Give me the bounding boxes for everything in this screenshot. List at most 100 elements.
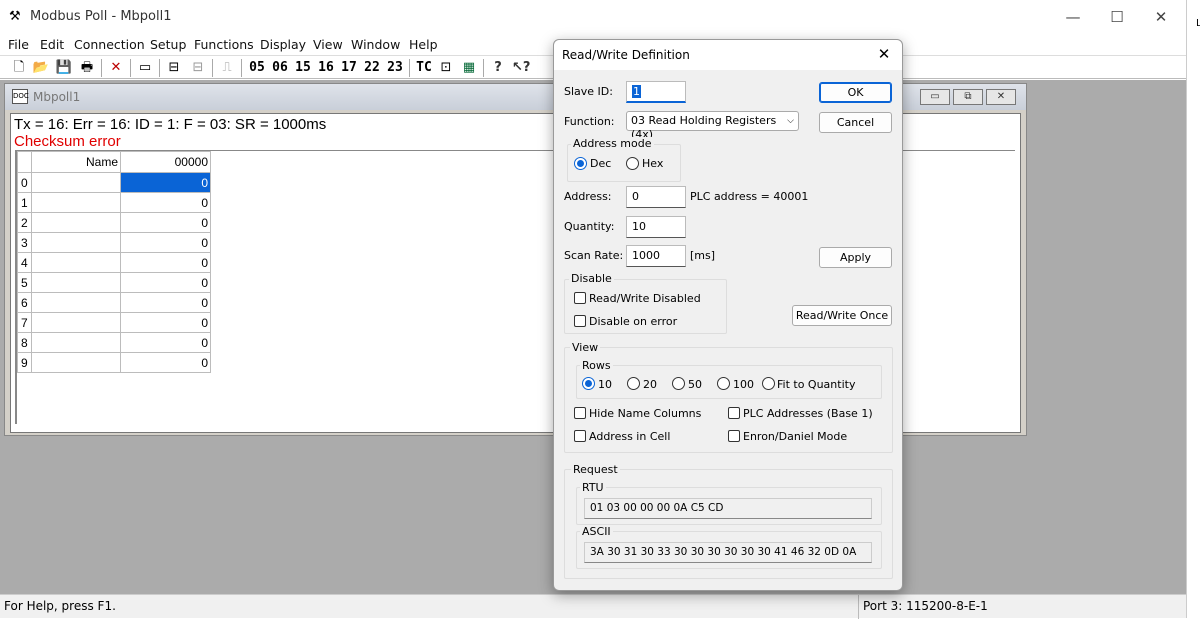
scan-rate-input[interactable]: 1000 (626, 245, 686, 267)
hide-name-columns-checkbox[interactable] (574, 407, 586, 419)
monitor-icon[interactable]: ⊡ (437, 58, 455, 78)
close-button[interactable]: ✕ (1146, 6, 1176, 28)
row-header[interactable]: 5 (17, 272, 32, 293)
value-cell[interactable]: 0 (120, 192, 211, 213)
name-cell[interactable] (31, 272, 121, 293)
row-header[interactable]: 9 (17, 352, 32, 373)
row-header[interactable]: 2 (17, 212, 32, 233)
apply-button[interactable]: Apply (819, 247, 892, 268)
dialog-close-icon[interactable]: ✕ (874, 45, 894, 63)
value-cell[interactable]: 0 (120, 172, 211, 193)
menu-file[interactable]: File (8, 37, 29, 52)
name-cell[interactable] (31, 232, 121, 253)
disable-group-label: Disable (569, 272, 614, 285)
value-cell[interactable]: 0 (120, 232, 211, 253)
menu-functions[interactable]: Functions (194, 37, 254, 52)
print-icon[interactable]: 🖶 (78, 58, 96, 78)
function-16-button[interactable]: 16 (316, 58, 336, 78)
rows-50-radio[interactable] (672, 377, 685, 390)
menu-setup[interactable]: Setup (150, 37, 186, 52)
value-column-header[interactable]: 00000 (120, 151, 211, 173)
function-06-button[interactable]: 06 (270, 58, 290, 78)
function-22-button[interactable]: 22 (362, 58, 382, 78)
quantity-input[interactable]: 10 (626, 216, 686, 238)
address-in-cell-checkbox[interactable] (574, 430, 586, 442)
name-cell[interactable] (31, 312, 121, 333)
function-17-button[interactable]: 17 (339, 58, 359, 78)
value-cell[interactable]: 0 (120, 272, 211, 293)
address-input[interactable]: 0 (626, 186, 686, 208)
chart-icon[interactable]: ▦ (460, 58, 478, 78)
minimize-button[interactable]: — (1058, 6, 1088, 28)
row-header[interactable]: 7 (17, 312, 32, 333)
function-15-button[interactable]: 15 (293, 58, 313, 78)
rows-20-radio[interactable] (627, 377, 640, 390)
ascii-output[interactable]: 3A 30 31 30 33 30 30 30 30 30 30 41 46 3… (584, 542, 872, 563)
new-file-icon[interactable]: 🗋 (10, 58, 28, 78)
row-header[interactable]: 8 (17, 332, 32, 353)
rows-100-radio[interactable] (717, 377, 730, 390)
table-row: 00 (17, 172, 211, 193)
connect-icon[interactable]: ⊟ (165, 58, 183, 78)
row-header[interactable]: 4 (17, 252, 32, 273)
disable-on-error-checkbox[interactable] (574, 315, 586, 327)
value-cell[interactable]: 0 (120, 252, 211, 273)
name-cell[interactable] (31, 252, 121, 273)
tc-button[interactable]: TC (414, 58, 434, 78)
name-column-header[interactable]: Name (31, 151, 121, 173)
ascii-label: ASCII (580, 525, 613, 538)
row-header[interactable]: 0 (17, 172, 32, 193)
function-05-button[interactable]: 05 (247, 58, 267, 78)
help-icon[interactable]: ? (489, 58, 507, 78)
dec-radio[interactable] (574, 157, 587, 170)
rows-fit-radio[interactable] (762, 377, 775, 390)
name-cell[interactable] (31, 332, 121, 353)
menu-window[interactable]: Window (351, 37, 400, 52)
rw-disabled-checkbox[interactable] (574, 292, 586, 304)
hex-radio[interactable] (626, 157, 639, 170)
child-minimize-button[interactable]: ▭ (920, 89, 950, 105)
window-icon[interactable]: ▭ (136, 58, 154, 78)
open-folder-icon[interactable]: 📂 (32, 58, 50, 78)
row-header[interactable]: 3 (17, 232, 32, 253)
slave-id-input[interactable]: 1 (626, 81, 686, 103)
menu-display[interactable]: Display (260, 37, 306, 52)
name-cell[interactable] (31, 192, 121, 213)
dec-label: Dec (590, 157, 612, 170)
function-23-button[interactable]: 23 (385, 58, 405, 78)
name-cell[interactable] (31, 292, 121, 313)
disconnect-icon[interactable]: ⊟ (189, 58, 207, 78)
row-header[interactable]: 6 (17, 292, 32, 313)
read-write-once-button[interactable]: Read/Write Once (792, 305, 892, 326)
menu-connection[interactable]: Connection (74, 37, 145, 52)
name-cell[interactable] (31, 212, 121, 233)
address-label: Address: (564, 190, 612, 203)
table-row: 60 (17, 292, 211, 313)
value-cell[interactable]: 0 (120, 212, 211, 233)
enron-mode-checkbox[interactable] (728, 430, 740, 442)
rtu-output[interactable]: 01 03 00 00 00 0A C5 CD (584, 498, 872, 519)
maximize-button[interactable]: ☐ (1102, 6, 1132, 28)
value-cell[interactable]: 0 (120, 332, 211, 353)
delete-icon[interactable]: ✕ (107, 58, 125, 78)
value-cell[interactable]: 0 (120, 312, 211, 333)
context-help-icon[interactable]: ↖? (512, 58, 530, 78)
name-cell[interactable] (31, 172, 121, 193)
rows-10-radio[interactable] (582, 377, 595, 390)
row-header[interactable]: 1 (17, 192, 32, 213)
name-cell[interactable] (31, 352, 121, 373)
value-cell[interactable]: 0 (120, 292, 211, 313)
value-cell[interactable]: 0 (120, 352, 211, 373)
child-restore-button[interactable]: ⧉ (953, 89, 983, 105)
child-close-button[interactable]: ✕ (986, 89, 1016, 105)
pulse-icon[interactable]: ⎍ (218, 58, 236, 78)
ok-button[interactable]: OK (819, 82, 892, 103)
menu-edit[interactable]: Edit (40, 37, 64, 52)
cancel-button[interactable]: Cancel (819, 112, 892, 133)
save-icon[interactable]: 💾 (55, 58, 73, 78)
function-select[interactable]: 03 Read Holding Registers (4x) ⌵ (626, 111, 799, 141)
menu-help[interactable]: Help (409, 37, 438, 52)
poll-status-line: Tx = 16: Err = 16: ID = 1: F = 03: SR = … (14, 116, 327, 133)
menu-view[interactable]: View (313, 37, 343, 52)
plc-addresses-checkbox[interactable] (728, 407, 740, 419)
